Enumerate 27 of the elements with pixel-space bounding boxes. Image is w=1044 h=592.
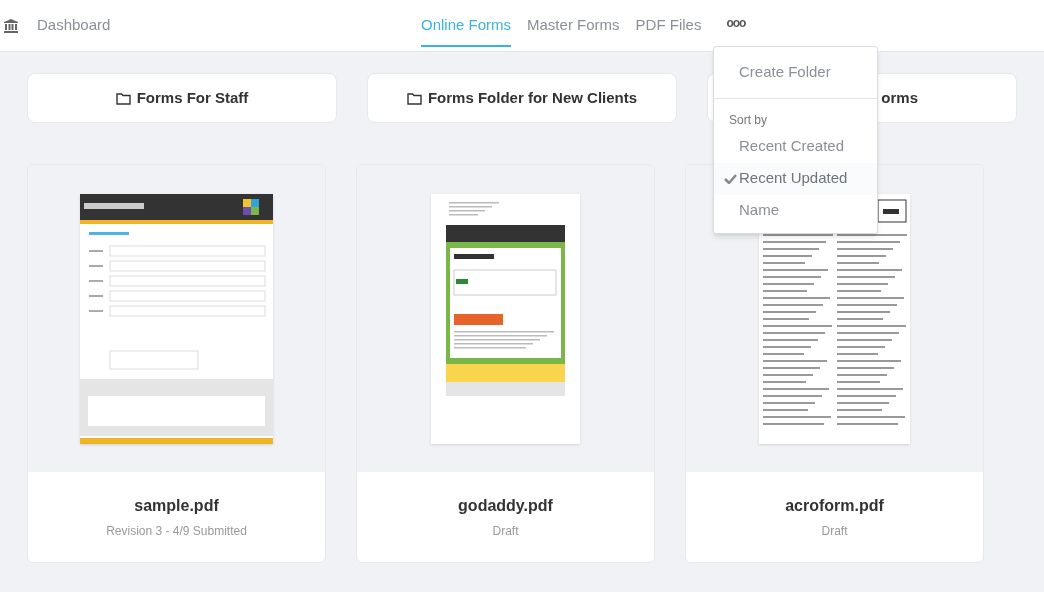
sort-heading: Sort by — [728, 111, 767, 129]
nav-tab[interactable]: Online Forms — [421, 3, 512, 47]
folder-name: orms — [881, 87, 918, 108]
folder-icon — [406, 91, 422, 105]
sort-option[interactable]: Name — [714, 194, 877, 227]
folder-name: Forms Folder for New Clients — [427, 87, 638, 108]
more-button[interactable]: ooo — [726, 1, 746, 45]
dashboard-link[interactable]: Dashboard — [37, 14, 111, 37]
file-card[interactable]: godaddy.pdf Draft — [356, 164, 655, 563]
folder-name: Forms For Staff — [136, 87, 249, 108]
create-folder-item[interactable]: Create Folder — [714, 47, 877, 99]
folder-icon — [115, 91, 131, 105]
file-name: sample.pdf — [134, 496, 219, 516]
sort-option[interactable]: Recent Created — [714, 130, 877, 163]
sort-option[interactable]: Recent Updated — [714, 162, 877, 195]
file-status: Draft — [821, 523, 848, 540]
folder-card[interactable]: Forms For Staff — [27, 73, 337, 123]
nav-tab[interactable]: Master Forms — [527, 3, 620, 47]
bank-icon[interactable] — [3, 17, 19, 34]
folder-card[interactable]: Forms Folder for New Clients — [367, 73, 677, 123]
file-card[interactable]: sample.pdf Revision 3 - 4/9 Submitted — [27, 164, 326, 563]
file-status: Revision 3 - 4/9 Submitted — [106, 523, 247, 540]
nav-tab[interactable]: PDF Files — [635, 3, 702, 47]
file-name: acroform.pdf — [785, 496, 884, 516]
file-name: godaddy.pdf — [458, 496, 553, 516]
check-icon — [724, 173, 737, 184]
file-status: Draft — [492, 523, 519, 540]
